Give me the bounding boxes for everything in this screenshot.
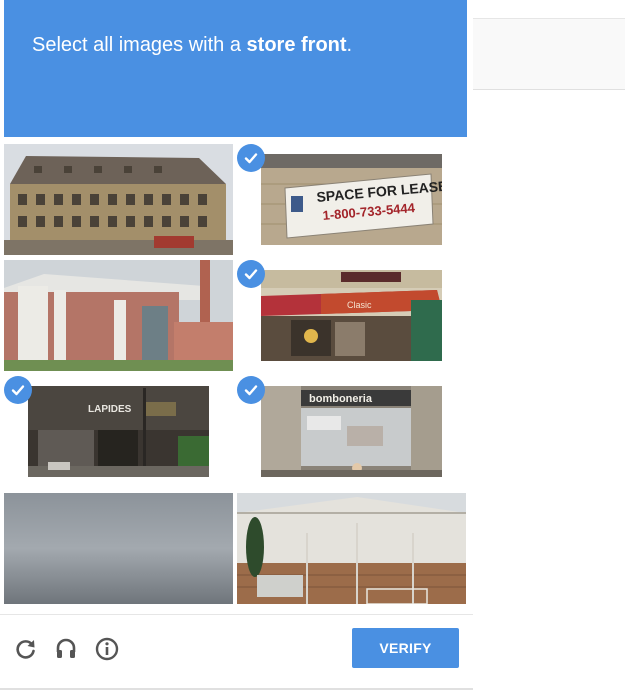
tile-image-bomboneria: bomboneria xyxy=(261,386,442,477)
captcha-tile-7[interactable] xyxy=(4,493,233,604)
captcha-tile-3[interactable] xyxy=(4,260,233,371)
captcha-header: Select all images with a store front. xyxy=(4,0,467,137)
tile-image-white-building xyxy=(237,493,466,604)
headphones-icon[interactable] xyxy=(53,636,79,662)
tile-image-lease-sign: SPACE FOR LEASE 1-800-733-5444 xyxy=(261,154,442,245)
captcha-instructions: Select all images with a store front. xyxy=(32,34,353,56)
captcha-tile-4[interactable]: Clasic xyxy=(237,260,466,371)
tile-image-brick-building xyxy=(4,260,233,371)
checkmark-icon xyxy=(237,376,265,404)
tile-image-sky xyxy=(4,493,233,604)
bomboneria-sign-text: bomboneria xyxy=(309,393,373,405)
info-icon[interactable] xyxy=(94,636,120,662)
background-frame xyxy=(470,18,625,90)
reload-icon[interactable] xyxy=(13,636,39,662)
captcha-target-keyword: store front xyxy=(246,34,347,56)
captcha-tile-2[interactable]: SPACE FOR LEASE 1-800-733-5444 xyxy=(237,144,466,255)
footer-divider xyxy=(0,614,473,615)
captcha-tile-8[interactable] xyxy=(237,493,466,604)
tile-image-lapides-shop: LAPIDES xyxy=(28,386,209,477)
awning-sign-text: Clasic xyxy=(347,300,372,310)
verify-button[interactable]: VERIFY xyxy=(352,628,459,668)
checkmark-icon xyxy=(4,376,32,404)
tile-image-old-building xyxy=(4,144,233,255)
captcha-tile-1[interactable] xyxy=(4,144,233,255)
tile-image-awning-shop: Clasic xyxy=(261,270,442,361)
checkmark-icon xyxy=(237,260,265,288)
captcha-dialog: Select all images with a store front. SP… xyxy=(0,0,473,690)
footer-bottom-border xyxy=(0,688,473,690)
checkmark-icon xyxy=(237,144,265,172)
captcha-tile-5[interactable]: LAPIDES xyxy=(4,376,233,487)
lapides-sign-text: LAPIDES xyxy=(88,404,132,415)
captcha-tile-6[interactable]: bomboneria xyxy=(237,376,466,487)
